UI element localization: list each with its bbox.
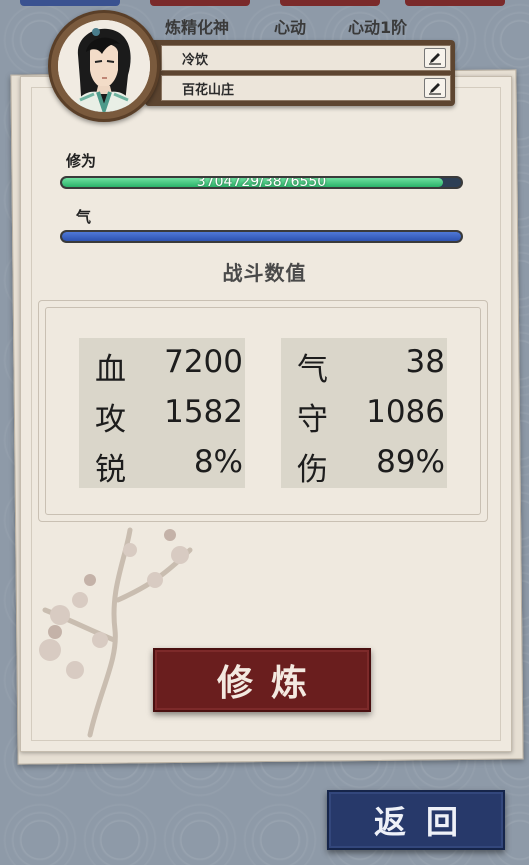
combat-stats-title: 战斗数值 xyxy=(222,261,307,285)
qi-bar xyxy=(60,230,463,243)
stat-row-damage: 伤 89% xyxy=(281,438,447,488)
edit-name-button[interactable] xyxy=(424,48,446,68)
stat-name: 锐 xyxy=(95,452,126,488)
stat-row-defense: 守 1086 xyxy=(281,388,447,438)
pencil-icon xyxy=(429,53,441,65)
stage-tab-label: 炼精化神 xyxy=(165,18,230,37)
character-sect: 百花山庄 xyxy=(182,82,235,98)
stage-tab-label: 心动 xyxy=(274,18,307,37)
stat-value: 8% xyxy=(193,444,243,480)
return-button[interactable]: 返回 xyxy=(327,790,505,850)
qi-bar-fill xyxy=(62,232,461,241)
xiuwei-value: 3704729/3876550 xyxy=(196,176,327,189)
tab-strip-red xyxy=(405,0,505,6)
stat-row-attack: 攻 1582 xyxy=(79,388,245,438)
stage-tab-label: 心动1阶 xyxy=(348,18,408,37)
portrait-image xyxy=(58,20,150,112)
stat-value: 7200 xyxy=(164,344,243,380)
character-portrait xyxy=(58,20,150,112)
stats-left-column: 血 7200 攻 1582 锐 8% xyxy=(79,338,245,488)
stat-name: 血 xyxy=(95,352,126,388)
tab-strip-red xyxy=(280,0,380,6)
character-name: 冷饮 xyxy=(182,52,209,68)
stat-value: 1086 xyxy=(366,394,445,430)
stat-name: 伤 xyxy=(297,452,328,488)
edit-sect-button[interactable] xyxy=(424,78,446,98)
profile-plate: 冷饮 百花山庄 xyxy=(145,40,455,106)
stat-row-sharpness: 锐 8% xyxy=(79,438,245,488)
stats-right-column: 气 38 守 1086 伤 89% xyxy=(281,338,447,488)
stat-row-qi: 气 38 xyxy=(281,338,447,388)
stat-value: 38 xyxy=(405,344,445,380)
stat-name: 攻 xyxy=(95,402,126,438)
tab-strip-red xyxy=(150,0,250,6)
qi-label: 气 xyxy=(76,208,92,226)
name-plate: 冷饮 xyxy=(161,45,451,71)
tab-strip-blue xyxy=(20,0,120,6)
xiuwei-label: 修为 xyxy=(66,152,97,170)
stat-value: 89% xyxy=(376,444,445,480)
stat-value: 1582 xyxy=(164,394,243,430)
avatar[interactable] xyxy=(48,10,160,122)
stat-name: 气 xyxy=(297,352,328,388)
cultivate-button[interactable]: 修炼 xyxy=(153,648,371,712)
pencil-icon xyxy=(429,83,441,95)
xiuwei-bar: 3704729/3876550 xyxy=(60,176,463,189)
stat-name: 守 xyxy=(297,402,328,438)
stat-row-hp: 血 7200 xyxy=(79,338,245,388)
sect-plate: 百花山庄 xyxy=(161,75,451,101)
